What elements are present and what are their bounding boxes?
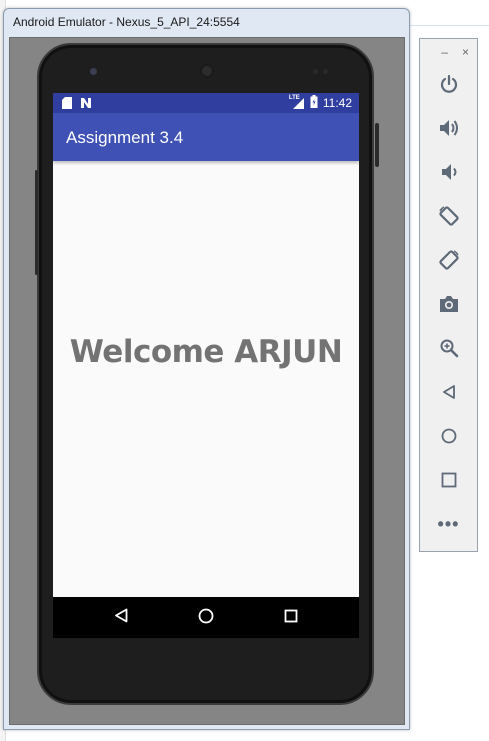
device-screen[interactable]: LTE 11:42 Assignment 3.4 Welcome ARJUN	[53, 93, 359, 638]
rotate-left-button[interactable]	[420, 200, 477, 232]
welcome-message: Welcome ARJUN	[69, 334, 343, 370]
desktop: Android Emulator - Nexus_5_API_24:5554 L…	[0, 0, 489, 741]
toolbar-overview-button[interactable]	[420, 464, 477, 496]
camera-icon	[438, 295, 460, 313]
proximity-sensor	[313, 69, 318, 74]
more-icon: •••	[437, 513, 460, 534]
nav-recents-button[interactable]	[280, 607, 302, 629]
home-icon	[198, 608, 214, 629]
earpiece-speaker	[200, 64, 214, 78]
status-time: 11:42	[322, 96, 352, 110]
toolbar-back-button[interactable]	[420, 376, 477, 408]
window-titlebar[interactable]: Android Emulator - Nexus_5_API_24:5554	[4, 9, 409, 37]
zoom-icon	[439, 338, 459, 358]
home-icon	[440, 427, 458, 445]
rotate-left-icon	[438, 205, 460, 227]
front-camera	[90, 68, 97, 75]
phone-power-button[interactable]	[375, 123, 379, 167]
screenshot-button[interactable]	[420, 288, 477, 320]
volume-up-button[interactable]	[420, 112, 477, 144]
volume-down-icon	[439, 162, 459, 182]
volume-up-icon	[438, 118, 460, 138]
app-toolbar: Assignment 3.4	[53, 113, 359, 161]
back-icon	[114, 608, 128, 628]
nav-home-button[interactable]	[195, 607, 217, 629]
window-title: Android Emulator - Nexus_5_API_24:5554	[13, 15, 240, 29]
back-icon	[442, 384, 456, 400]
app-title: Assignment 3.4	[66, 128, 184, 147]
rotate-right-button[interactable]	[420, 244, 477, 276]
phone-side-button-left[interactable]	[35, 170, 38, 275]
emulator-side-toolbar: – × •••	[419, 38, 478, 552]
toolbar-home-button[interactable]	[420, 420, 477, 452]
volume-down-button[interactable]	[420, 156, 477, 188]
desktop-background	[410, 0, 489, 26]
more-button[interactable]: •••	[420, 508, 477, 540]
power-icon	[439, 74, 459, 94]
light-sensor	[323, 69, 328, 74]
n-notification-icon	[80, 96, 92, 114]
toolbar-close-button[interactable]: ×	[462, 45, 469, 59]
status-bar: LTE 11:42	[53, 93, 359, 113]
lte-signal-icon: LTE	[289, 95, 305, 110]
sd-card-icon	[62, 96, 72, 114]
rotate-right-icon	[438, 249, 460, 271]
recents-icon	[284, 609, 298, 628]
navigation-bar	[53, 597, 359, 638]
zoom-button[interactable]	[420, 332, 477, 364]
battery-icon	[310, 95, 318, 111]
toolbar-minimize-button[interactable]: –	[441, 45, 448, 59]
nav-back-button[interactable]	[110, 607, 132, 629]
overview-icon	[441, 472, 457, 488]
power-button[interactable]	[420, 68, 477, 100]
